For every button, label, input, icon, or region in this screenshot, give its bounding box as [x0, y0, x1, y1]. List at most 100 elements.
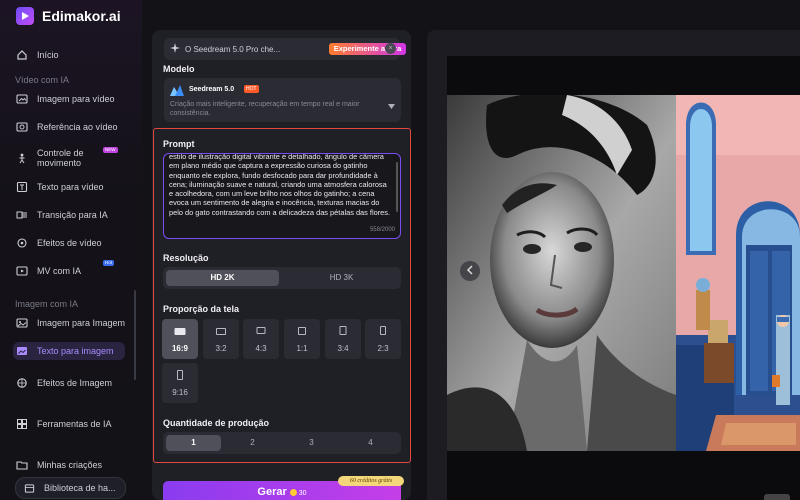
- sidebar-item-label: Início: [37, 50, 59, 60]
- aspect-label: 9:16: [172, 388, 188, 397]
- quantity-option-2[interactable]: 2: [225, 435, 280, 451]
- aspect-4-3-icon: [256, 327, 266, 334]
- prompt-scrollbar[interactable]: [396, 162, 398, 212]
- brand[interactable]: Edimakor.ai: [16, 6, 121, 26]
- resolution-option-2k[interactable]: HD 2K: [166, 270, 279, 286]
- sidebar-item-label: Imagem para Imagem: [37, 318, 126, 328]
- sidebar-item-video-effects[interactable]: Efeitos de vídeo: [15, 236, 127, 250]
- video-effects-icon: [15, 236, 29, 250]
- sidebar-item-ai-tools[interactable]: Ferramentas de IA: [15, 417, 127, 431]
- sidebar-item-text-to-image[interactable]: Texto para imagem: [13, 342, 125, 360]
- preview-image-interior[interactable]: [676, 95, 800, 451]
- sidebar-item-image-to-video[interactable]: Imagem para vídeo: [15, 92, 127, 106]
- sidebar-item-label: Imagem para vídeo: [37, 94, 115, 104]
- hot-badge: Hot: [103, 260, 115, 266]
- home-icon: [15, 48, 29, 62]
- generate-label: Gerar: [257, 486, 287, 498]
- sidebar-item-label: Biblioteca de ha...: [44, 483, 116, 493]
- new-badge: NEW: [103, 147, 118, 153]
- sidebar-item-label: MV com IA: [37, 266, 82, 276]
- character-count: 558/2000: [369, 227, 395, 233]
- aspect-option-1-1[interactable]: 1:1: [284, 319, 320, 359]
- library-icon: [22, 481, 36, 495]
- aspect-option-2-3[interactable]: 2:3: [365, 319, 401, 359]
- sidebar-item-reference-video[interactable]: Referência ao vídeo: [15, 120, 127, 134]
- sidebar-item-label: Minhas criações: [37, 460, 103, 470]
- sidebar-item-home[interactable]: Início: [15, 48, 127, 62]
- aspect-3-2-icon: [216, 328, 226, 335]
- hot-badge: HOT: [244, 85, 259, 93]
- model-heading: Modelo: [163, 64, 195, 74]
- aspect-label: 16:9: [171, 344, 188, 353]
- edimakor-logo-icon: [16, 7, 34, 25]
- quantity-toggle: 1 2 3 4: [163, 432, 401, 454]
- aspect-1-1-icon: [298, 327, 306, 335]
- reference-video-icon: [15, 120, 29, 134]
- prompt-textarea[interactable]: estilo de ilustração digital vibrante e …: [163, 153, 401, 239]
- aspect-2-3-icon: [380, 326, 386, 335]
- sidebar-item-transition[interactable]: Transição para IA: [15, 208, 127, 222]
- quantity-heading: Quantidade de produção: [163, 418, 270, 428]
- model-name: Seedream 5.0: [189, 86, 235, 93]
- banner-text: O Seedream 5.0 Pro che...: [185, 44, 281, 54]
- aspect-label: 4:3: [255, 344, 267, 353]
- brand-name: Edimakor.ai: [42, 8, 121, 24]
- transition-icon: [15, 208, 29, 222]
- sidebar-item-label: Ferramentas de IA: [37, 419, 112, 429]
- aspect-option-3-2[interactable]: 3:2: [203, 319, 239, 359]
- coin-icon: [289, 488, 297, 496]
- aspect-9-16-icon: [177, 370, 183, 380]
- aspect-16-9-icon: [174, 328, 186, 335]
- aspect-option-4-3[interactable]: 4:3: [243, 319, 279, 359]
- prompt-heading: Prompt: [163, 139, 195, 149]
- sidebar-item-image-to-image[interactable]: Imagem para Imagem: [15, 316, 127, 330]
- aspect-ratio-heading: Proporção da tela: [163, 304, 240, 314]
- image-effects-icon: [15, 376, 29, 390]
- sidebar-item-library[interactable]: Biblioteca de ha...: [15, 477, 126, 499]
- sidebar-item-text-to-video[interactable]: Texto para vídeo: [15, 180, 127, 194]
- sidebar-item-label: Referência ao vídeo: [37, 122, 118, 132]
- motion-control-icon: [15, 151, 29, 165]
- text-to-video-icon: [15, 180, 29, 194]
- sidebar-item-my-creations[interactable]: Minhas criações: [15, 458, 127, 472]
- promo-banner[interactable]: O Seedream 5.0 Pro che... Experimente ag…: [164, 38, 406, 60]
- aspect-option-3-4[interactable]: 3:4: [325, 319, 361, 359]
- sidebar-item-label: Texto para vídeo: [37, 182, 104, 192]
- resolution-option-3k[interactable]: HD 3K: [285, 270, 398, 286]
- aspect-option-16-9[interactable]: 16:9: [162, 319, 198, 359]
- preview-toolbar-handle[interactable]: [764, 494, 790, 500]
- aspect-option-9-16[interactable]: 9:16: [162, 363, 198, 403]
- previous-arrow-button[interactable]: [460, 261, 480, 281]
- aspect-label: 3:4: [337, 344, 349, 353]
- free-credits-tag: 60 créditos grátis: [338, 476, 404, 486]
- model-description: Criação mais inteligente, recuperação em…: [170, 101, 360, 117]
- sidebar: Edimakor.ai Início Vídeo com IA Imagem p…: [0, 0, 142, 500]
- mv-icon: [15, 264, 29, 278]
- sidebar-item-label: Efeitos de Imagem: [37, 378, 113, 388]
- text-to-image-icon: [15, 344, 29, 358]
- chevron-left-icon: [466, 262, 474, 280]
- image-to-image-icon: [15, 316, 29, 330]
- image-to-video-icon: [15, 92, 29, 106]
- chevron-down-icon: [388, 96, 395, 114]
- sidebar-item-mv[interactable]: MV com IA: [15, 264, 127, 278]
- sparkle-icon: [170, 40, 180, 58]
- quantity-option-1[interactable]: 1: [166, 435, 221, 451]
- aspect-label: 1:1: [296, 344, 308, 353]
- resolution-toggle: HD 2K HD 3K: [163, 267, 401, 289]
- sidebar-item-label: Texto para imagem: [37, 346, 114, 356]
- aspect-label: 3:2: [215, 344, 227, 353]
- sidebar-scrollbar[interactable]: [134, 290, 136, 380]
- model-select[interactable]: Seedream 5.0 HOT Criação mais inteligent…: [164, 78, 401, 122]
- sidebar-item-image-effects[interactable]: Efeitos de Imagem: [15, 376, 127, 390]
- quantity-option-3[interactable]: 3: [284, 435, 339, 451]
- quantity-option-4[interactable]: 4: [343, 435, 398, 451]
- section-video-heading: Vídeo com IA: [15, 75, 70, 85]
- preview-image-portrait[interactable]: [447, 95, 676, 451]
- section-image-heading: Imagem com IA: [15, 299, 79, 309]
- ai-tools-icon: [15, 417, 29, 431]
- generate-cost: 30: [298, 490, 307, 497]
- sidebar-item-label: Efeitos de vídeo: [37, 238, 102, 248]
- close-icon[interactable]: ×: [385, 43, 396, 54]
- aspect-3-4-icon: [339, 326, 347, 335]
